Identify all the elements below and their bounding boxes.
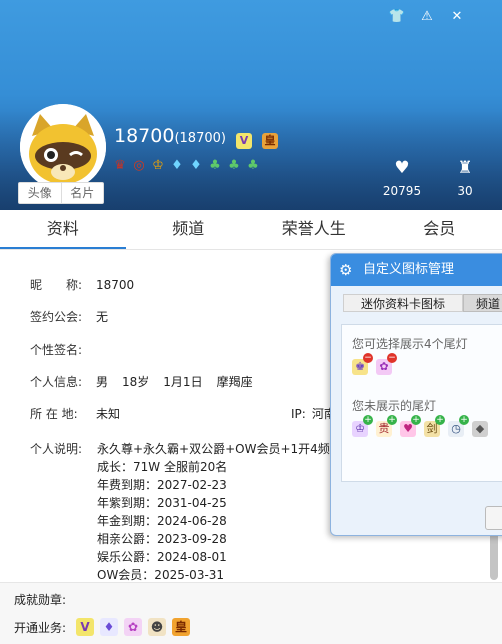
leaf-icon[interactable]: ♣: [245, 158, 261, 174]
close-icon[interactable]: ✕: [448, 8, 466, 26]
desc-line: 年紫到期：2031-04-25: [97, 496, 227, 510]
emperor-badge-icon[interactable]: 皇: [262, 133, 279, 149]
hidden-label: 您未展示的尾灯: [352, 399, 437, 413]
location-label: 所 在 地:: [30, 407, 78, 421]
popup-tabs: 迷你资料卡图标 频道: [343, 294, 502, 312]
custom-icon-popup: ⚙ 自定义图标管理 迷你资料卡图标 频道 您可选择展示4个尾灯 ♚ − ✿ − 您未…: [330, 253, 502, 536]
personal-label: 个人信息:: [30, 375, 83, 389]
desc-line: 年费到期：2027-02-23: [97, 478, 227, 492]
popup-body: 您可选择展示4个尾灯 ♚ − ✿ − 您未展示的尾灯 ♔ + 贵 + ♥ + 剑 + ◷ + …: [341, 324, 502, 482]
profile-tabs: 资料 频道 荣誉人生 会员: [0, 210, 502, 250]
age-value: 18岁: [122, 375, 150, 389]
tab-channel[interactable]: 频道: [126, 210, 252, 249]
zodiac-value: 摩羯座: [216, 375, 253, 389]
panda-service-icon[interactable]: ☻: [148, 618, 166, 636]
nickname-text: 18700: [114, 125, 175, 147]
shown-label: 您可选择展示4个尾灯: [352, 337, 468, 351]
desc-label: 个人说明:: [30, 442, 83, 456]
shield-icon[interactable]: ◆: [472, 421, 488, 437]
desc-row: 个人说明:: [30, 440, 96, 457]
gear-icon: ⚙: [339, 261, 353, 279]
location-value: 未知: [96, 407, 121, 421]
service-label: 开通业务:: [14, 621, 67, 635]
desc-lines: 永久尊+永久霸+双公爵+OW会员+1开4频 成长：71W 全服前20名 年费到期…: [97, 440, 330, 584]
crown-icon[interactable]: ♚ −: [352, 353, 373, 375]
gender-value: 男: [96, 375, 109, 389]
v-badge-icon[interactable]: V: [236, 133, 252, 149]
crown-icon[interactable]: ♔: [150, 158, 166, 174]
avatar[interactable]: [20, 104, 106, 190]
level-stat[interactable]: ♜ 30: [435, 158, 495, 200]
shirt-icon[interactable]: 👕: [388, 8, 406, 26]
leaf-icon[interactable]: ♣: [207, 158, 223, 174]
qq-number: (18700): [174, 131, 226, 146]
diamond-icon[interactable]: ♦: [188, 158, 204, 174]
sword-icon[interactable]: 剑 +: [424, 415, 445, 437]
card-tab[interactable]: 名片: [60, 183, 104, 203]
heart-gift-icon[interactable]: ♥ +: [400, 415, 421, 437]
medal-icon[interactable]: ◎: [131, 158, 147, 174]
nickname-value: 18700: [96, 278, 135, 292]
likes-count: 20795: [382, 184, 422, 198]
level-count: 30: [457, 184, 473, 198]
desc-line: 永久尊+永久霸+双公爵+OW会员+1开4频: [97, 442, 330, 456]
hidden-icons: ♔ + 贵 + ♥ + 剑 + ◷ + ◆: [352, 415, 488, 437]
guild-label: 签约公会:: [30, 310, 83, 324]
status-icon-row: ♛ ◎ ♔ ♦ ♦ ♣ ♣ ♣: [112, 158, 261, 174]
popup-title-bar: ⚙ 自定义图标管理: [331, 254, 502, 286]
flower-icon[interactable]: ✿ −: [376, 353, 397, 375]
emperor-service-icon[interactable]: 皇: [172, 618, 190, 636]
level-icon: ♜: [457, 158, 473, 178]
shown-icons: ♚ − ✿ −: [352, 353, 397, 375]
noble-icon[interactable]: 贵 +: [376, 415, 397, 437]
desc-line: 相亲公爵：2023-09-28: [97, 532, 227, 546]
pink-service-icon[interactable]: ✿: [124, 618, 142, 636]
crown-icon[interactable]: ♔ +: [352, 415, 373, 437]
heart-icon: ♥: [394, 158, 410, 178]
tab-member[interactable]: 会员: [377, 210, 502, 249]
avatar-tab[interactable]: 头像: [19, 183, 61, 203]
guild-row: 签约公会: 无: [30, 308, 108, 325]
personal-row: 个人信息: 男 18岁 1月1日 摩羯座: [30, 373, 253, 390]
leaf-icon[interactable]: ♣: [226, 158, 242, 174]
likes-stat[interactable]: ♥ 20795: [372, 158, 432, 200]
tab-profile[interactable]: 资料: [0, 210, 126, 249]
avatar-tab-group: 头像 名片: [18, 182, 104, 204]
clock-icon[interactable]: ◷ +: [448, 415, 469, 437]
profile-name: 18700(18700) V 皇: [114, 124, 279, 151]
diamond-icon[interactable]: ♦: [169, 158, 185, 174]
ip-label: IP:: [291, 407, 306, 421]
warning-icon[interactable]: ⚠: [418, 8, 436, 26]
birthday-value: 1月1日: [163, 375, 203, 389]
desc-line: 娱乐公爵：2024-08-01: [97, 550, 227, 564]
v-service-icon[interactable]: V: [76, 618, 94, 636]
popup-tab-channel[interactable]: 频道: [463, 294, 502, 312]
popup-button[interactable]: [485, 506, 502, 530]
popup-tab-minicard[interactable]: 迷你资料卡图标: [343, 294, 463, 312]
signature-label: 个性签名:: [30, 343, 83, 357]
service-icons: V ♦ ✿ ☻ 皇: [76, 618, 190, 636]
signature-row: 个性签名:: [30, 341, 96, 358]
medal-label: 成就勋章:: [14, 593, 67, 607]
tab-honor[interactable]: 荣誉人生: [251, 210, 377, 249]
location-row: 所 在 地: 未知: [30, 405, 120, 422]
raccoon-avatar-icon: [20, 104, 106, 190]
nickname-label: 昵 称:: [30, 278, 83, 292]
guild-value: 无: [96, 310, 109, 324]
crest-icon[interactable]: ♛: [112, 158, 128, 174]
nickname-row: 昵 称: 18700: [30, 276, 134, 293]
desc-line: 成长：71W 全服前20名: [97, 460, 228, 474]
popup-title: 自定义图标管理: [363, 262, 455, 277]
desc-line: 年金到期：2024-06-28: [97, 514, 227, 528]
gem-service-icon[interactable]: ♦: [100, 618, 118, 636]
